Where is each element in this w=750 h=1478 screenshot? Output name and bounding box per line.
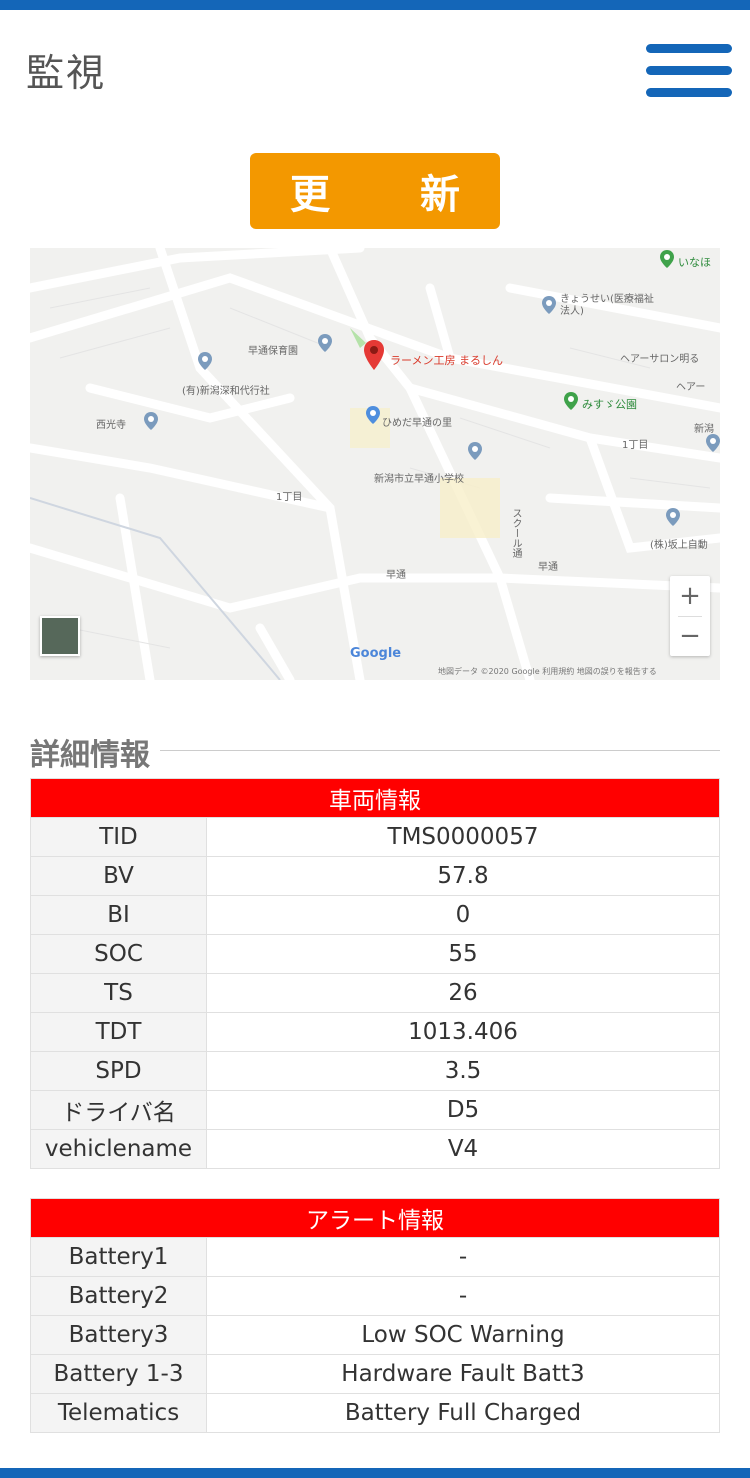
zoom-out-button[interactable]: −: [670, 616, 710, 656]
table-row: Telematics Battery Full Charged: [30, 1393, 720, 1433]
row-key: BV: [30, 856, 207, 896]
poi-pin-icon: [706, 434, 720, 452]
row-value: TMS0000057: [206, 817, 720, 857]
map-label-hair-salon: ヘアーサロン明る: [620, 354, 700, 365]
page-title: 監視: [26, 51, 107, 95]
row-key: TDT: [30, 1012, 207, 1052]
map-label-company: (有)新潟深和代行社: [182, 386, 270, 397]
map-label-nursery: 早通保育園: [248, 346, 298, 357]
table-row: TID TMS0000057: [30, 817, 720, 857]
table-row: Battery3 Low SOC Warning: [30, 1315, 720, 1355]
row-key: ドライバ名: [30, 1090, 207, 1130]
table-row: Battery1-: [30, 1237, 720, 1277]
row-key: SPD: [30, 1051, 207, 1091]
poi-pin-icon: [666, 508, 680, 526]
table-row: Battery2-: [30, 1276, 720, 1316]
section-divider: [160, 750, 720, 751]
table-row: BI 0: [30, 895, 720, 935]
row-key: Battery1: [30, 1237, 207, 1277]
location-marker-icon[interactable]: [364, 340, 384, 370]
map-label-district: 1丁目: [622, 440, 649, 451]
row-value: -: [206, 1276, 720, 1316]
row-value: 0: [206, 895, 720, 935]
table-row: vehiclename V4: [30, 1129, 720, 1169]
row-key: Battery3: [30, 1315, 207, 1355]
row-key: TS: [30, 973, 207, 1013]
map-label-sawadori: 早通: [386, 570, 406, 581]
poi-pin-icon: [542, 296, 556, 314]
map-label-nursery-care: きょうせい(医療福祉法人): [560, 294, 654, 317]
row-value: D5: [206, 1090, 720, 1130]
top-accent-bar: [0, 0, 750, 10]
table-row: SOC 55: [30, 934, 720, 974]
map-label-park-street: ひめだ早通の里: [382, 418, 452, 429]
row-value: Battery Full Charged: [206, 1393, 720, 1433]
row-value: 57.8: [206, 856, 720, 896]
map-label-district: 1丁目: [276, 492, 303, 503]
map-attribution[interactable]: 地図データ ©2020 Google 利用規約 地図の誤りを報告する: [438, 666, 657, 677]
zoom-control: + −: [670, 576, 710, 656]
hamburger-menu-icon[interactable]: [646, 44, 732, 100]
alert-info-table: アラート情報 Battery1- Battery2- Battery3 Low S…: [30, 1198, 720, 1433]
row-key: vehiclename: [30, 1129, 207, 1169]
satellite-toggle-button[interactable]: [40, 616, 80, 656]
map-label-vertical-road: スクール通: [510, 508, 521, 558]
bottom-accent-bar: [0, 1468, 750, 1478]
poi-pin-icon: [198, 352, 212, 370]
row-value: 3.5: [206, 1051, 720, 1091]
park-pin-icon: [660, 250, 674, 268]
map-label-ramen: ラーメン工房 まるしん: [390, 354, 504, 367]
row-value: 1013.406: [206, 1012, 720, 1052]
map-label-corner: (株)坂上自動: [650, 540, 708, 551]
google-logo: Google: [350, 646, 402, 661]
details-heading: 詳細情報: [30, 730, 160, 774]
park-pin-icon: [564, 392, 578, 410]
refresh-button[interactable]: 更 新: [250, 153, 500, 229]
row-key: Telematics: [30, 1393, 207, 1433]
poi-pin-icon: [318, 334, 332, 352]
zoom-divider: [678, 616, 702, 617]
row-value: Hardware Fault Batt3: [206, 1354, 720, 1394]
table-row: ドライバ名 D5: [30, 1090, 720, 1130]
table-row: SPD 3.5: [30, 1051, 720, 1091]
row-value: -: [206, 1237, 720, 1277]
table-row: TS 26: [30, 973, 720, 1013]
vehicle-info-table: 車両情報 TID TMS0000057 BV 57.8 BI 0 SOC 55 TS 26…: [30, 778, 720, 1169]
map-label-top-right: いなほ: [678, 256, 711, 269]
row-key: Battery2: [30, 1276, 207, 1316]
map-label-new-road: 新潟: [694, 424, 714, 435]
row-value: 55: [206, 934, 720, 974]
row-key: SOC: [30, 934, 207, 974]
row-key: Battery 1-3: [30, 1354, 207, 1394]
map-label-hair: ヘアー: [676, 382, 706, 393]
menu-line: [646, 66, 732, 75]
row-value: 26: [206, 973, 720, 1013]
map-label-school: 新潟市立早通小学校: [374, 474, 464, 485]
poi-pin-icon: [144, 412, 158, 430]
vehicle-table-title: 車両情報: [30, 778, 720, 818]
table-row: BV 57.8: [30, 856, 720, 896]
map-label-park: みすゞ公園: [582, 398, 637, 411]
menu-line: [646, 88, 732, 97]
row-value: V4: [206, 1129, 720, 1169]
map-label-temple: 西光寺: [96, 420, 126, 431]
table-row: TDT 1013.406: [30, 1012, 720, 1052]
map-view[interactable]: ラーメン工房 まるしん 早通保育園 (有)新潟深和代行社 西光寺 ひめだ早通の里…: [30, 248, 720, 680]
row-key: BI: [30, 895, 207, 935]
map-label-station: 早通: [538, 562, 558, 573]
row-value: Low SOC Warning: [206, 1315, 720, 1355]
poi-pin-icon: [366, 406, 380, 424]
poi-pin-icon: [468, 442, 482, 460]
table-row: Battery 1-3 Hardware Fault Batt3: [30, 1354, 720, 1394]
row-key: TID: [30, 817, 207, 857]
menu-line: [646, 44, 732, 53]
zoom-in-button[interactable]: +: [670, 576, 710, 616]
alert-table-title: アラート情報: [30, 1198, 720, 1238]
